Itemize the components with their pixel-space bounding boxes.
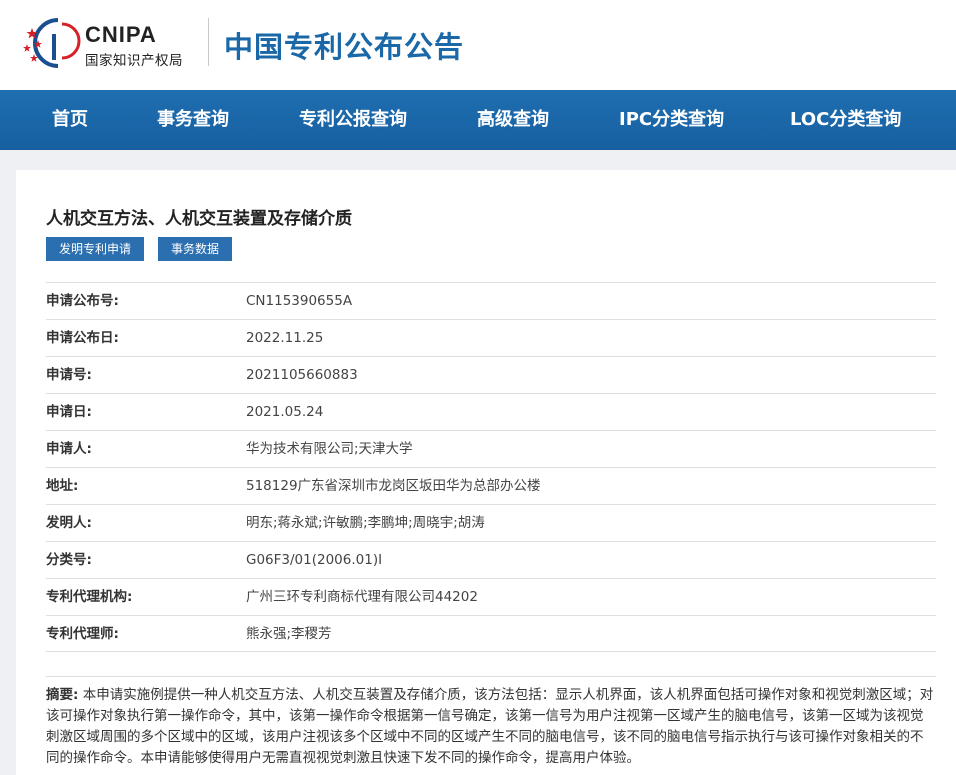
field-label: 地址: [46,478,79,494]
abstract-label: 摘要: [46,687,79,703]
nav-item-loc-query[interactable]: LOC分类查询 [790,90,901,150]
logo-text-en: CNIPA [85,22,157,47]
field-value: 华为技术有限公司;天津大学 [246,441,413,457]
field-value: 2022.11.25 [246,330,324,346]
cnipa-logo[interactable]: CNIPA 国家知识产权局 [18,16,198,70]
info-row-application-date: 申请日: 2021.05.24 [46,393,936,430]
field-label: 申请公布号: [46,293,119,309]
field-label: 发明人: [46,515,92,531]
field-label: 分类号: [46,552,92,568]
logo-text-cn: 国家知识产权局 [85,53,183,69]
info-row-publication-date: 申请公布日: 2022.11.25 [46,319,936,356]
transaction-data-button[interactable]: 事务数据 [158,237,233,261]
patent-title[interactable]: 人机交互方法、人机交互装置及存储介质 [46,204,352,229]
field-label: 专利代理机构: [46,589,133,605]
field-value: 2021105660883 [246,367,358,383]
field-value: G06F3/01(2006.01)I [246,552,383,568]
field-value: CN115390655A [246,293,353,309]
invention-application-button[interactable]: 发明专利申请 [46,237,145,261]
abstract-text: 本申请实施例提供一种人机交互方法、人机交互装置及存储介质，该方法包括：显示人机界… [46,687,934,766]
field-value: 熊永强;李稷芳 [246,626,332,642]
header-divider [208,18,209,66]
field-label: 申请号: [46,367,92,383]
info-row-agency: 专利代理机构: 广州三环专利商标代理有限公司44202 [46,578,936,615]
info-row-application-number: 申请号: 2021105660883 [46,356,936,393]
field-value: 广州三环专利商标代理有限公司44202 [246,589,478,605]
patent-info-table: 申请公布号: CN115390655A 申请公布日: 2022.11.25 申请… [46,282,936,652]
field-label: 申请公布日: [46,330,119,346]
field-value: 2021.05.24 [246,404,324,420]
nav-item-gazette-query[interactable]: 专利公报查询 [299,90,407,150]
site-header: CNIPA 国家知识产权局 中国专利公布公告 [0,0,956,90]
cnipa-emblem-icon [23,18,81,68]
field-label: 申请日: [46,404,92,420]
info-row-publication-number: 申请公布号: CN115390655A [46,282,936,319]
main-nav: 首页 事务查询 专利公报查询 高级查询 IPC分类查询 LOC分类查询 [0,90,956,150]
field-value: 明东;蒋永斌;许敏鹏;李鹏坤;周晓宇;胡涛 [246,515,485,531]
field-label: 申请人: [46,441,92,457]
field-label: 专利代理师: [46,626,119,642]
info-row-classification: 分类号: G06F3/01(2006.01)I [46,541,936,578]
patent-abstract: 摘要: 本申请实施例提供一种人机交互方法、人机交互装置及存储介质，该方法包括：显… [46,676,936,769]
nav-item-ipc-query[interactable]: IPC分类查询 [619,90,724,150]
info-row-address: 地址: 518129广东省深圳市龙岗区坂田华为总部办公楼 [46,467,936,504]
info-row-applicant: 申请人: 华为技术有限公司;天津大学 [46,430,936,467]
site-title[interactable]: 中国专利公布公告 [224,24,464,66]
nav-item-home[interactable]: 首页 [52,90,88,150]
patent-detail-card: 人机交互方法、人机交互装置及存储介质 发明专利申请 事务数据 申请公布号: CN… [16,170,956,775]
info-row-agent: 专利代理师: 熊永强;李稷芳 [46,615,936,652]
field-value: 518129广东省深圳市龙岗区坂田华为总部办公楼 [246,478,541,494]
info-row-inventors: 发明人: 明东;蒋永斌;许敏鹏;李鹏坤;周晓宇;胡涛 [46,504,936,541]
nav-item-advanced-query[interactable]: 高级查询 [477,90,549,150]
nav-item-transaction-query[interactable]: 事务查询 [157,90,229,150]
